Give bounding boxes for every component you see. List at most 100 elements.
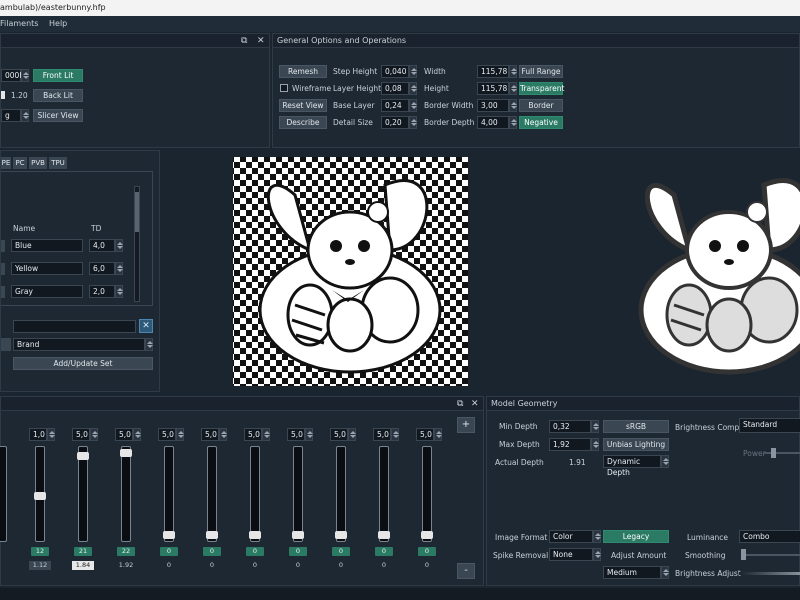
layer-td-field[interactable]: 5,0 xyxy=(416,428,434,441)
layer-slider[interactable] xyxy=(34,446,46,542)
height-spinner[interactable] xyxy=(509,82,517,95)
layer-slider[interactable] xyxy=(206,446,218,542)
filament-td-field[interactable]: 2,0 xyxy=(89,285,115,298)
color-blue-swatch[interactable] xyxy=(1,240,5,252)
layer-slider-thumb[interactable] xyxy=(77,452,89,460)
brand-dropdown-icon[interactable] xyxy=(145,338,153,351)
dynamic-depth-dropdown[interactable] xyxy=(661,455,669,468)
bunny-3d-model[interactable] xyxy=(484,150,800,392)
step-height-spinner[interactable] xyxy=(409,65,417,78)
unbias-lighting-button[interactable]: Unbias Lighting xyxy=(603,438,669,451)
menu-help[interactable]: Help xyxy=(49,19,67,28)
border-width-field[interactable]: 3,00 xyxy=(477,99,509,112)
slicer-view-button[interactable]: Slicer View xyxy=(33,109,83,122)
layer-slider-thumb[interactable] xyxy=(378,531,390,539)
layer-slider-thumb[interactable] xyxy=(120,449,132,457)
layer-td-spinner[interactable] xyxy=(348,428,356,441)
color-gray-swatch[interactable] xyxy=(1,286,5,298)
scrollbar-thumb[interactable] xyxy=(135,192,139,232)
step-height-field[interactable]: 0,040 xyxy=(381,65,409,78)
height-field[interactable]: 115,78 xyxy=(477,82,509,95)
border-depth-field[interactable]: 4,00 xyxy=(477,116,509,129)
layer-td-field[interactable]: 5,0 xyxy=(115,428,133,441)
legacy-button[interactable]: Legacy xyxy=(603,530,669,543)
layer-slider[interactable] xyxy=(163,446,175,542)
base-layer-spinner[interactable] xyxy=(409,99,417,112)
filament-name-field[interactable]: Blue xyxy=(11,239,83,252)
smoothing-slider-thumb[interactable] xyxy=(741,549,746,560)
filament-name-field[interactable]: Gray xyxy=(11,285,83,298)
power-slider[interactable] xyxy=(763,452,800,454)
remove-layer-button[interactable]: - xyxy=(457,563,475,579)
layer-td-field[interactable]: 5,0 xyxy=(287,428,305,441)
layer-height-field[interactable]: 0,08 xyxy=(381,82,409,95)
layer-td-spinner[interactable] xyxy=(434,428,442,441)
layer-td-field[interactable]: 5,0 xyxy=(330,428,348,441)
tab-pvb[interactable]: PVB xyxy=(29,157,47,169)
width-field[interactable]: 115,78 xyxy=(477,65,509,78)
layer-slider-thumb[interactable] xyxy=(163,531,175,539)
tab-pc[interactable]: PC xyxy=(13,157,27,169)
max-depth-spinner[interactable] xyxy=(591,438,599,451)
layer-slider[interactable] xyxy=(120,446,132,542)
resolution-spinner[interactable] xyxy=(21,69,29,82)
adjust-amount-combo[interactable]: Medium xyxy=(603,566,661,579)
layer-td-spinner[interactable] xyxy=(262,428,270,441)
spike-removal-dropdown[interactable] xyxy=(593,548,601,561)
td-spinner[interactable] xyxy=(115,285,123,298)
close-icon[interactable]: ✕ xyxy=(257,36,265,46)
transparent-button[interactable]: Transparent xyxy=(519,82,564,95)
spike-removal-combo[interactable]: None xyxy=(549,548,593,561)
border-width-spinner[interactable] xyxy=(509,99,517,112)
border-button[interactable]: Border xyxy=(519,99,563,112)
add-update-set-button[interactable]: Add/Update Set xyxy=(13,357,153,370)
layer-td-spinner[interactable] xyxy=(305,428,313,441)
dynamic-depth-combo[interactable]: Dynamic Depth xyxy=(603,455,661,477)
detail-size-spinner[interactable] xyxy=(409,116,417,129)
filament-search-field[interactable] xyxy=(13,320,136,333)
base-layer-field[interactable]: 0,24 xyxy=(381,99,409,112)
front-lit-button[interactable]: Front Lit xyxy=(33,69,83,82)
float-icon[interactable]: ⧉ xyxy=(241,36,247,46)
close-icon[interactable]: ✕ xyxy=(471,399,479,409)
add-layer-button[interactable]: + xyxy=(457,417,475,433)
tab-tpu[interactable]: TPU xyxy=(49,157,67,169)
srgb-button[interactable]: sRGB xyxy=(603,420,669,433)
layer-slider[interactable] xyxy=(421,446,433,542)
describe-button[interactable]: Describe xyxy=(279,116,327,129)
brand-combo[interactable]: Brand xyxy=(13,338,145,351)
layer-slider-thumb[interactable] xyxy=(249,531,261,539)
power-slider-thumb[interactable] xyxy=(771,448,776,458)
color-swatch[interactable] xyxy=(1,91,5,99)
layer-height-spinner[interactable] xyxy=(409,82,417,95)
back-lit-button[interactable]: Back Lit xyxy=(33,89,83,102)
layer-slider-thumb[interactable] xyxy=(292,531,304,539)
td-spinner[interactable] xyxy=(115,262,123,275)
filament-td-field[interactable]: 6,0 xyxy=(89,262,115,275)
filament-name-field[interactable]: Yellow xyxy=(11,262,83,275)
max-depth-field[interactable]: 1,92 xyxy=(549,438,591,451)
layer-td-spinner[interactable] xyxy=(47,428,55,441)
width-spinner[interactable] xyxy=(509,65,517,78)
brand-swatch[interactable] xyxy=(1,338,11,351)
layer-td-field[interactable]: 5,0 xyxy=(201,428,219,441)
mode-spinner[interactable] xyxy=(21,109,29,122)
smoothing-slider[interactable] xyxy=(743,554,800,556)
image-format-dropdown[interactable] xyxy=(593,530,601,543)
mode-combo[interactable]: g xyxy=(1,109,21,122)
layer-slider[interactable] xyxy=(0,446,7,542)
float-icon[interactable]: ⧉ xyxy=(457,399,463,409)
layer-td-field[interactable]: 5,0 xyxy=(373,428,391,441)
menu-filaments[interactable]: Filaments xyxy=(0,19,38,28)
brightness-comp-combo[interactable]: Standard xyxy=(739,418,800,433)
layer-slider[interactable] xyxy=(77,446,89,542)
bunny-preview-image[interactable] xyxy=(162,150,482,392)
layer-slider[interactable] xyxy=(249,446,261,542)
layer-td-spinner[interactable] xyxy=(133,428,141,441)
border-depth-spinner[interactable] xyxy=(509,116,517,129)
layer-td-spinner[interactable] xyxy=(391,428,399,441)
layer-td-field[interactable]: 5,0 xyxy=(244,428,262,441)
layer-slider-thumb[interactable] xyxy=(335,531,347,539)
tab-pe[interactable]: PE xyxy=(1,157,11,169)
luminance-combo[interactable]: Combo xyxy=(739,530,800,543)
